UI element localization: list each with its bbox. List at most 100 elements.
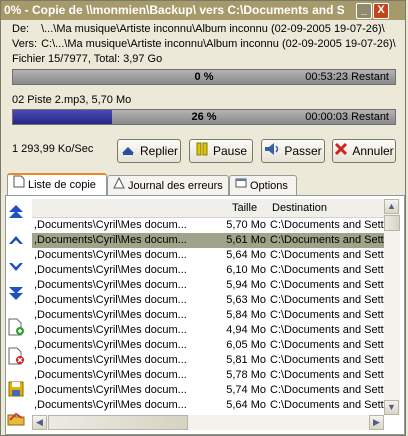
load-list-icon[interactable] — [6, 408, 26, 428]
horizontal-scrollbar[interactable]: ◀ ▶ — [32, 415, 384, 430]
destination-label: Vers: — [12, 38, 38, 50]
cell-source: ,Documents\Cyril\Mes docum... — [34, 324, 187, 336]
table-row[interactable]: ,Documents\Cyril\Mes docum... 5,61 Mo C:\D… — [32, 233, 384, 248]
passer-label: Passer — [284, 144, 322, 158]
source-path: \...\Ma musique\Artiste inconnu\Album in… — [41, 23, 385, 35]
cell-source: ,Documents\Cyril\Mes docum... — [34, 219, 187, 231]
annuler-button[interactable]: Annuler — [332, 139, 396, 163]
total-remaining-time: 00:53:23 Restant — [305, 71, 389, 83]
cell-source: ,Documents\Cyril\Mes docum... — [34, 279, 187, 291]
pause-button[interactable]: Pause — [189, 139, 253, 163]
cell-source: ,Documents\Cyril\Mes docum... — [34, 399, 187, 411]
close-button[interactable]: X — [373, 3, 389, 19]
column-header-destination[interactable]: Destination — [272, 202, 327, 214]
cell-destination: C:\Documents and Setti — [270, 294, 384, 306]
cell-size: 5,81 Mo — [226, 354, 266, 366]
tab-label: Journal des erreurs — [128, 180, 223, 192]
cell-source: ,Documents\Cyril\Mes docum... — [34, 234, 187, 246]
collapse-icon — [120, 141, 136, 163]
cell-source: ,Documents\Cyril\Mes docum... — [34, 369, 187, 381]
pause-icon — [195, 141, 209, 163]
table-row[interactable]: ,Documents\Cyril\Mes docum... 5,63 Mo C:\D… — [32, 293, 384, 308]
table-row[interactable]: ,Documents\Cyril\Mes docum... 5,84 Mo C:\D… — [32, 308, 384, 323]
cell-size: 5,84 Mo — [226, 309, 266, 321]
transfer-speed: 1 293,99 Ko/Sec — [12, 143, 94, 155]
source-line: De: \...\Ma musique\Artiste inconnu\Albu… — [12, 23, 385, 35]
table-row[interactable]: ,Documents\Cyril\Mes docum... 5,74 Mo C:\D… — [32, 383, 384, 398]
table-row[interactable]: ,Documents\Cyril\Mes docum... 5,81 Mo C:\D… — [32, 353, 384, 368]
current-file: 02 Piste 2.mp3, 5,70 Mo — [12, 94, 132, 106]
replier-button[interactable]: Replier — [117, 139, 181, 163]
destination-line: Vers: C:\...\Ma musique\Artiste inconnu\… — [12, 38, 396, 50]
move-top-icon[interactable] — [6, 201, 26, 221]
vertical-scrollbar[interactable]: ▲ ▼ — [384, 199, 400, 415]
copy-list-table[interactable]: Taille Destination ,Documents\Cyril\Mes … — [32, 199, 384, 415]
cell-size: 5,94 Mo — [226, 279, 266, 291]
passer-button[interactable]: Passer — [261, 139, 325, 163]
cell-destination: C:\Documents and Setti — [270, 324, 384, 336]
cell-destination: C:\Documents and Setti — [270, 219, 384, 231]
cell-source: ,Documents\Cyril\Mes docum... — [34, 249, 187, 261]
table-header: Taille Destination — [32, 199, 384, 218]
window-title: 0% - Copie de \\monmien\Backup\ vers C:\… — [4, 3, 344, 17]
cell-source: ,Documents\Cyril\Mes docum... — [34, 339, 187, 351]
horizontal-scroll-thumb[interactable] — [48, 415, 188, 430]
cell-size: 5,61 Mo — [226, 234, 266, 246]
warning-icon — [113, 176, 125, 196]
table-row[interactable]: ,Documents\Cyril\Mes docum... 5,64 Mo C:\D… — [32, 398, 384, 413]
skip-icon — [264, 141, 280, 163]
scroll-right-icon[interactable]: ▶ — [369, 415, 384, 430]
file-remaining-time: 00:00:03 Restant — [305, 111, 389, 123]
tab-label: Options — [250, 180, 288, 192]
column-header-size[interactable]: Taille — [232, 202, 257, 214]
cell-destination: C:\Documents and Setti — [270, 309, 384, 321]
table-row[interactable]: ,Documents\Cyril\Mes docum... 6,05 Mo C:\D… — [32, 338, 384, 353]
tab-journal-des-erreurs[interactable]: Journal des erreurs — [107, 175, 229, 196]
file-count: Fichier 15/7977, Total: 3,97 Go — [12, 53, 163, 65]
cell-destination: C:\Documents and Setti — [270, 249, 384, 261]
cell-size: 5,64 Mo — [226, 399, 266, 411]
cancel-icon — [334, 141, 348, 163]
add-file-icon[interactable] — [6, 317, 26, 337]
move-up-icon[interactable] — [6, 230, 26, 250]
document-icon — [13, 175, 25, 195]
total-progress-bar: 0 % 00:53:23 Restant — [12, 69, 396, 85]
cell-destination: C:\Documents and Setti — [270, 279, 384, 291]
title-bar[interactable]: 0% - Copie de \\monmien\Backup\ vers C:\… — [1, 1, 405, 20]
vertical-scroll-thumb[interactable] — [384, 215, 400, 231]
cell-source: ,Documents\Cyril\Mes docum... — [34, 384, 187, 396]
scroll-down-icon[interactable]: ▼ — [384, 400, 399, 415]
scroll-left-icon[interactable]: ◀ — [32, 415, 47, 430]
table-row[interactable]: ,Documents\Cyril\Mes docum... 6,10 Mo C:\D… — [32, 263, 384, 278]
move-down-icon[interactable] — [6, 257, 26, 277]
remove-file-icon[interactable] — [6, 346, 26, 366]
cell-size: 6,05 Mo — [226, 339, 266, 351]
cell-source: ,Documents\Cyril\Mes docum... — [34, 354, 187, 366]
table-row[interactable]: ,Documents\Cyril\Mes docum... 5,94 Mo C:\D… — [32, 278, 384, 293]
move-bottom-icon[interactable] — [6, 284, 26, 304]
tab-options[interactable]: Options — [229, 175, 297, 196]
minimize-button[interactable]: _ — [356, 3, 372, 19]
table-row[interactable]: ,Documents\Cyril\Mes docum... 5,78 Mo C:\D… — [32, 368, 384, 383]
cell-destination: C:\Documents and Setti — [270, 264, 384, 276]
cell-source: ,Documents\Cyril\Mes docum... — [34, 309, 187, 321]
cell-size: 4,94 Mo — [226, 324, 266, 336]
scroll-up-icon[interactable]: ▲ — [384, 199, 399, 214]
cell-destination: C:\Documents and Setti — [270, 384, 384, 396]
source-label: De: — [12, 23, 30, 35]
cell-destination: C:\Documents and Setti — [270, 354, 384, 366]
tab-label: Liste de copie — [28, 179, 96, 191]
cell-size: 5,63 Mo — [226, 294, 266, 306]
table-row[interactable]: ,Documents\Cyril\Mes docum... 5,64 Mo C:\D… — [32, 248, 384, 263]
destination-path: C:\...\Ma musique\Artiste inconnu\Album … — [41, 38, 396, 50]
annuler-label: Annuler — [352, 144, 394, 158]
cell-size: 5,78 Mo — [226, 369, 266, 381]
table-row[interactable]: ,Documents\Cyril\Mes docum... 5,70 Mo C:\D… — [32, 218, 384, 233]
cell-source: ,Documents\Cyril\Mes docum... — [34, 264, 187, 276]
replier-label: Replier — [139, 144, 178, 158]
cell-destination: C:\Documents and Setti — [270, 339, 384, 351]
cell-destination: C:\Documents and Setti — [270, 399, 384, 411]
cell-source: ,Documents\Cyril\Mes docum... — [34, 294, 187, 306]
save-list-icon[interactable] — [6, 379, 26, 399]
table-row[interactable]: ,Documents\Cyril\Mes docum... 4,94 Mo C:\D… — [32, 323, 384, 338]
